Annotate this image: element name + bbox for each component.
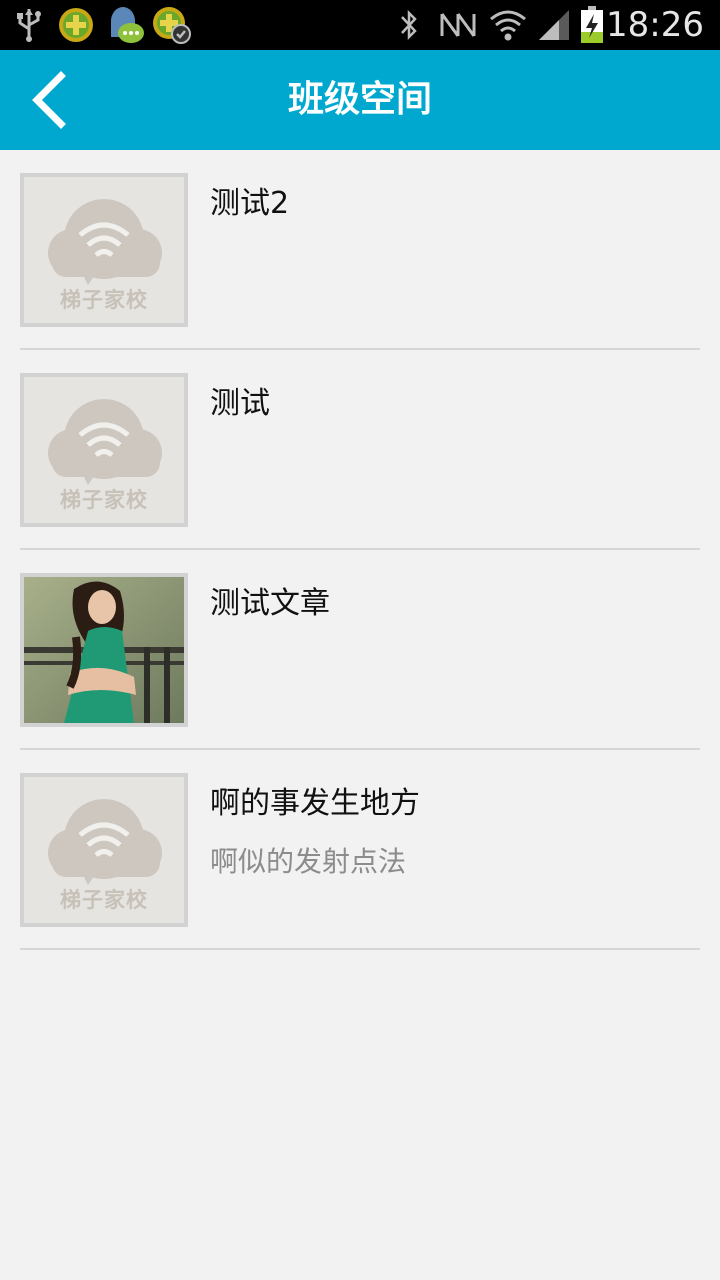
- placeholder-logo-text: 梯子家校: [60, 488, 148, 512]
- placeholder-logo-text: 梯子家校: [60, 888, 148, 912]
- list-item[interactable]: 梯子家校 啊的事发生地方 啊似的发射点法: [20, 750, 700, 950]
- app-plus-icon: [56, 0, 96, 50]
- list-item[interactable]: 测试文章: [20, 550, 700, 750]
- page-title: 班级空间: [287, 79, 432, 120]
- chevron-left-icon: [32, 71, 66, 129]
- article-title: 测试2: [210, 186, 290, 221]
- nfc-icon: [436, 0, 480, 50]
- placeholder-logo-text: 梯子家校: [60, 288, 148, 312]
- title-bar: 班级空间: [0, 50, 720, 150]
- article-thumbnail: [20, 573, 188, 727]
- article-title: 啊的事发生地方: [210, 786, 420, 821]
- bluetooth-icon: [396, 0, 422, 50]
- article-thumbnail: 梯子家校: [20, 173, 188, 327]
- article-title: 测试文章: [210, 586, 330, 621]
- back-button[interactable]: [14, 60, 84, 140]
- list-item[interactable]: 梯子家校 测试2: [20, 150, 700, 350]
- signal-icon: [536, 0, 572, 50]
- wifi-icon: [488, 0, 528, 50]
- chat-notify-icon: [104, 0, 146, 50]
- list-item[interactable]: 梯子家校 测试: [20, 350, 700, 550]
- article-summary: 啊似的发射点法: [210, 845, 407, 878]
- app-check-icon: [150, 0, 194, 50]
- usb-icon: [14, 0, 44, 50]
- status-time: 18:26: [606, 5, 704, 45]
- article-thumbnail: 梯子家校: [20, 373, 188, 527]
- article-title: 测试: [210, 386, 270, 421]
- article-list[interactable]: 梯子家校 测试2 梯子家校 测试 测试文章 梯子家校 啊的事发生地方 啊似的发射…: [0, 150, 720, 950]
- status-bar: 18:26: [0, 0, 720, 50]
- article-thumbnail: 梯子家校: [20, 773, 188, 927]
- photo-woman-green-dress: [24, 577, 184, 723]
- battery-charging-icon: [578, 0, 606, 50]
